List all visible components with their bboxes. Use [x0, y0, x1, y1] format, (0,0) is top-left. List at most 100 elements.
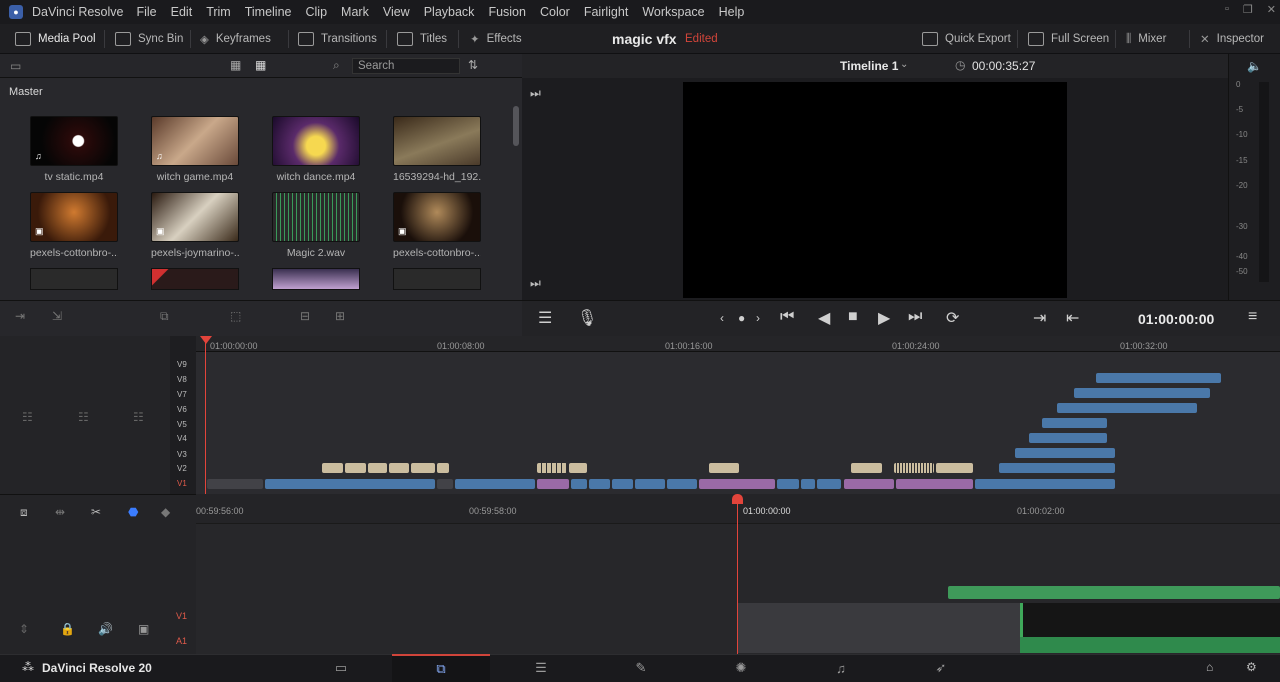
- menu-playback[interactable]: Playback: [417, 5, 482, 19]
- clip-thumbnail[interactable]: [272, 268, 360, 290]
- timeline-ruler[interactable]: [196, 336, 1280, 352]
- timeline-clip[interactable]: [1074, 388, 1210, 398]
- go-to-end-icon[interactable]: ⏭: [530, 276, 541, 291]
- search-input[interactable]: Search: [352, 58, 460, 74]
- clip-thumbnail[interactable]: 16539294-hd_192...: [393, 116, 481, 183]
- link-icon[interactable]: ⇹: [55, 505, 65, 519]
- settings-icon[interactable]: ☰: [538, 308, 552, 328]
- timeline-clip[interactable]: [437, 479, 453, 489]
- timeline-clip[interactable]: [936, 463, 973, 473]
- effects-button[interactable]: ✦ Effects: [470, 24, 522, 54]
- clip-thumbnail[interactable]: [393, 268, 481, 290]
- clip-thumbnail[interactable]: ♫ tv static.mp4: [30, 116, 118, 183]
- play-icon[interactable]: ▶: [878, 308, 890, 328]
- timeline-clip[interactable]: [635, 479, 665, 489]
- timeline-clip[interactable]: [612, 479, 633, 489]
- timeline-clip[interactable]: [844, 479, 894, 489]
- panel-toggle-icon[interactable]: ▭: [10, 59, 21, 73]
- previous-icon[interactable]: ‹: [720, 311, 724, 325]
- dot-icon[interactable]: ●: [738, 311, 745, 325]
- menu-help[interactable]: Help: [712, 5, 752, 19]
- keyframes-button[interactable]: ◈ Keyframes: [200, 24, 271, 54]
- home-icon[interactable]: ⌂: [1206, 660, 1213, 674]
- clip-thumbnail[interactable]: ▣ pexels-cottonbro-...: [393, 192, 481, 259]
- clip-thumbnail[interactable]: [151, 268, 239, 290]
- microphone-icon[interactable]: 🎙: [577, 308, 597, 328]
- timeline-clip[interactable]: [265, 479, 435, 489]
- playhead-line[interactable]: [205, 338, 206, 494]
- timeline-clip[interactable]: [368, 463, 387, 473]
- timeline-clip[interactable]: [437, 463, 449, 473]
- lock-icon[interactable]: 🔒: [60, 622, 75, 636]
- timeline-clip[interactable]: [699, 479, 775, 489]
- timeline-clip[interactable]: [801, 479, 815, 489]
- clip-thumbnail[interactable]: [30, 268, 118, 290]
- scissors-icon[interactable]: ✂: [91, 505, 101, 519]
- edit-page-icon[interactable]: ☰: [492, 654, 590, 682]
- mixer-button[interactable]: ⫼ Mixer: [1126, 24, 1166, 54]
- timeline-clip[interactable]: [817, 479, 841, 489]
- media-pool-scrollbar[interactable]: [513, 106, 519, 146]
- timeline-clip[interactable]: [411, 463, 435, 473]
- video-clip-filmstrip[interactable]: [1020, 603, 1280, 637]
- sync-bin-button[interactable]: Sync Bin: [115, 24, 183, 54]
- menu-fairlight[interactable]: Fairlight: [577, 5, 635, 19]
- monitor-icon[interactable]: ▣: [138, 622, 149, 636]
- deliver-page-icon[interactable]: ➶: [892, 654, 990, 682]
- append-icon[interactable]: ⊟: [300, 309, 310, 323]
- minimize-icon[interactable]: ▫: [1225, 3, 1229, 16]
- timeline-clip[interactable]: [896, 479, 973, 489]
- playhead-handle[interactable]: [200, 336, 212, 344]
- menu-color[interactable]: Color: [533, 5, 577, 19]
- playhead-handle[interactable]: [732, 494, 743, 504]
- fairlight-page-icon[interactable]: ♫: [792, 654, 890, 682]
- snap-icon[interactable]: ⧈: [20, 505, 28, 520]
- quick-export-button[interactable]: Quick Export: [922, 24, 1011, 54]
- timeline-selector[interactable]: Timeline 1: [840, 59, 898, 73]
- sort-icon[interactable]: ⇅: [468, 58, 478, 72]
- replace-icon[interactable]: ⧉: [160, 309, 169, 324]
- transitions-button[interactable]: Transitions: [298, 24, 377, 54]
- expand-icon[interactable]: ⇕: [19, 622, 29, 636]
- menu-trim[interactable]: Trim: [199, 5, 238, 19]
- last-frame-icon[interactable]: ⏭: [908, 308, 922, 326]
- cut-page-icon[interactable]: ⧉: [392, 654, 490, 682]
- fit-to-fill-icon[interactable]: ⬚: [230, 309, 241, 323]
- gear-icon[interactable]: ⚙: [1246, 660, 1257, 674]
- timeline-clip[interactable]: [1057, 403, 1197, 413]
- menu-workspace[interactable]: Workspace: [635, 5, 711, 19]
- full-screen-button[interactable]: Full Screen: [1028, 24, 1109, 54]
- timeline-clip[interactable]: [569, 463, 587, 473]
- timeline-clip[interactable]: [851, 463, 882, 473]
- menu-fusion[interactable]: Fusion: [481, 5, 533, 19]
- menu-view[interactable]: View: [376, 5, 417, 19]
- timeline-clip[interactable]: [207, 479, 263, 489]
- place-on-top-icon[interactable]: ⊞: [335, 309, 345, 323]
- timeline-clip[interactable]: [894, 463, 934, 473]
- timeline-clip[interactable]: [389, 463, 409, 473]
- inspector-button[interactable]: ✕ Inspector: [1200, 24, 1264, 54]
- speaker-icon[interactable]: 🔈: [1247, 59, 1262, 73]
- menu-file[interactable]: File: [129, 5, 163, 19]
- next-icon[interactable]: ›: [756, 311, 760, 325]
- clip-thumbnail[interactable]: witch dance.mp4: [272, 116, 360, 183]
- clip-thumbnail[interactable]: ▣ pexels-joymarino-...: [151, 192, 239, 259]
- track-tool-icon[interactable]: ☷: [22, 410, 33, 424]
- playhead-line[interactable]: [737, 500, 738, 654]
- timeline-clip[interactable]: [667, 479, 697, 489]
- restore-icon[interactable]: ❐: [1243, 3, 1253, 16]
- menu-timeline[interactable]: Timeline: [238, 5, 299, 19]
- timeline-clip[interactable]: [999, 463, 1115, 473]
- titles-button[interactable]: Titles: [397, 24, 447, 54]
- insert-icon[interactable]: ⇥: [15, 309, 25, 323]
- audio-waveform[interactable]: [1020, 637, 1280, 653]
- audio-clip[interactable]: [948, 586, 1280, 599]
- clip-thumbnail[interactable]: ♫ witch game.mp4: [151, 116, 239, 183]
- timeline-clip[interactable]: [1096, 373, 1221, 383]
- close-icon[interactable]: ✕: [1267, 3, 1276, 16]
- timeline-clip[interactable]: [975, 479, 1115, 489]
- timeline-clip[interactable]: [571, 479, 587, 489]
- timeline-clip[interactable]: [709, 463, 739, 473]
- menu-clip[interactable]: Clip: [299, 5, 335, 19]
- loop-icon[interactable]: ⟳: [946, 308, 959, 328]
